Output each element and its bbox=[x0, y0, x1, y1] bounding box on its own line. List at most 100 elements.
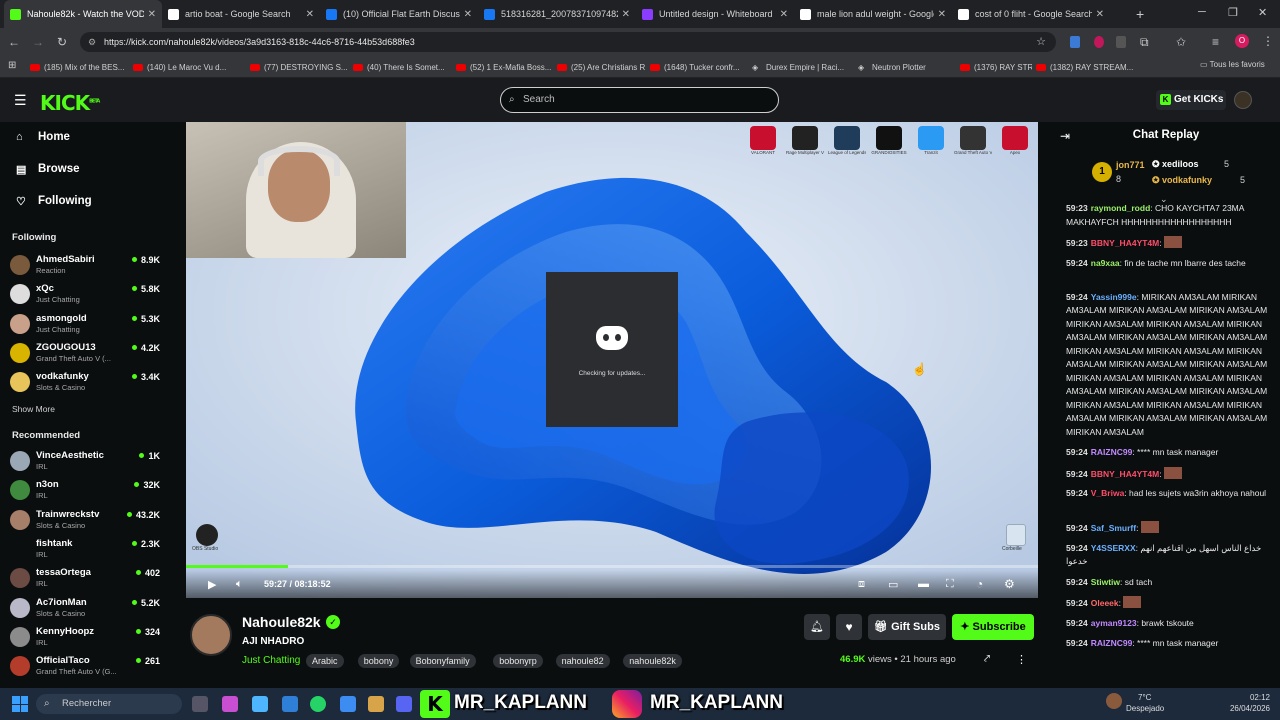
miniplayer-icon[interactable]: ▭ bbox=[888, 578, 898, 591]
bookmark-item[interactable]: (1382) RAY STREAM... bbox=[1036, 60, 1133, 74]
stream-tag[interactable]: bobony bbox=[357, 654, 400, 668]
gifter-xediloos[interactable]: ✪ xediloos bbox=[1152, 159, 1199, 170]
windows-start-icon[interactable] bbox=[12, 696, 28, 712]
chat-message[interactable]: 59:24 Yassin999e: MIRIKAN AM3ALAM MIRIKAN… bbox=[1066, 291, 1272, 440]
sidebar-channel-asmongold[interactable]: asmongold Just Chatting 5.3K bbox=[10, 311, 160, 337]
search-input[interactable]: ⌕ Search bbox=[500, 87, 779, 113]
apps-grid-icon[interactable]: ⊞ bbox=[8, 60, 16, 71]
bookmark-item[interactable]: ◈ Neutron Plotter bbox=[858, 60, 926, 74]
stream-tag[interactable]: bobonyrp bbox=[493, 654, 543, 668]
sidebar-channel-vodkafunky[interactable]: vodkafunky Slots & Casino 3.4K bbox=[10, 369, 160, 395]
follow-heart-button[interactable]: ♥ bbox=[836, 614, 862, 640]
notification-bell-button[interactable]: 🔔︎ bbox=[804, 614, 830, 640]
chat-username[interactable]: na9xaa bbox=[1091, 258, 1120, 268]
sidebar-channel-kennyhoopz[interactable]: KennyHoopz IRL 324 bbox=[10, 624, 160, 650]
chat-username[interactable]: Yassin999e bbox=[1091, 292, 1137, 302]
gift-subs-button[interactable]: 🎁︎ Gift Subs bbox=[868, 614, 946, 640]
play-button[interactable]: ▶ bbox=[208, 578, 216, 591]
stream-category[interactable]: Just Chatting bbox=[242, 655, 300, 666]
browser-tab[interactable]: (10) Official Flat Earth Discussio ✕ bbox=[320, 0, 478, 28]
weather-icon[interactable] bbox=[1106, 693, 1122, 709]
chat-username[interactable]: RAIZNC99 bbox=[1091, 447, 1133, 457]
chat-username[interactable]: Stiwtiw bbox=[1091, 577, 1120, 587]
sidebar-channel-zgougou13[interactable]: ZGOUGOU13 Grand Theft Auto V (... 4.2K bbox=[10, 340, 160, 366]
bookmark-star-icon[interactable]: ☆ bbox=[1036, 32, 1046, 52]
profile-avatar[interactable]: O bbox=[1235, 34, 1249, 48]
outlook-icon[interactable] bbox=[282, 696, 298, 712]
extensions-puzzle-icon[interactable]: ⧉ bbox=[1140, 35, 1149, 50]
sidebar-channel-n3on[interactable]: n3on IRL 32K bbox=[10, 477, 160, 503]
video-progress-bar[interactable] bbox=[186, 565, 1038, 568]
chat-message-list[interactable]: 59:23 raymond_rodd: CHO KAYCHTA7 23MA MAK… bbox=[1052, 202, 1280, 688]
chat-message[interactable]: 59:24 RAIZNC99: **** mn task manager bbox=[1066, 637, 1272, 651]
chat-username[interactable]: Y4SSERXX bbox=[1091, 543, 1136, 553]
stream-tag[interactable]: nahoule82 bbox=[555, 654, 610, 668]
chat-message[interactable]: 59:24 Saf_Smurff: bbox=[1066, 521, 1272, 536]
taskbar-clock[interactable]: 02:12 bbox=[1220, 693, 1270, 702]
new-tab-button[interactable]: + bbox=[1136, 6, 1144, 22]
chat-message[interactable]: 59:24 ayman9123: brawk tskoute bbox=[1066, 617, 1272, 631]
bookmark-item[interactable]: ◈ Durex Empire | Raci... bbox=[752, 60, 844, 74]
browser-tab[interactable]: cost of 0 fliht - Google Search ✕ bbox=[952, 0, 1110, 28]
chat-username[interactable]: Saf_Smurff bbox=[1091, 523, 1136, 533]
show-more-link[interactable]: Show More bbox=[12, 404, 55, 414]
sidebar-channel-ac7ionman[interactable]: Ac7ionMan Slots & Casino 5.2K bbox=[10, 595, 160, 621]
chat-message[interactable]: 59:24 V_Briwa: had les sujets wa3rin akho… bbox=[1066, 487, 1272, 501]
bookmark-item[interactable]: (25) Are Christians R... bbox=[557, 60, 646, 74]
file-explorer-icon[interactable] bbox=[368, 696, 384, 712]
extension-icon[interactable] bbox=[1116, 36, 1126, 48]
forward-button[interactable]: → bbox=[30, 34, 46, 50]
sidebar-channel-xqc[interactable]: xQc Just Chatting 5.8K bbox=[10, 281, 160, 307]
streamer-name[interactable]: Nahoule82k bbox=[242, 614, 321, 630]
stream-tag[interactable]: Arabic bbox=[306, 654, 344, 668]
browser-tab[interactable]: Nahoule82k - Watch the VOD o ✕ bbox=[4, 0, 162, 28]
top-gifter-name[interactable]: jon771 bbox=[1116, 160, 1145, 170]
share-icon[interactable]: ⤤ bbox=[984, 653, 990, 666]
clip-icon[interactable]: ⧈ bbox=[858, 578, 865, 591]
close-tab-icon[interactable]: ✕ bbox=[780, 9, 788, 20]
stream-tag[interactable]: Bobonyfamily bbox=[409, 654, 476, 668]
fullscreen-icon[interactable]: ⛶ bbox=[946, 578, 954, 591]
chat-message[interactable]: 59:24 Stiwtiw: sd tach bbox=[1066, 576, 1272, 590]
whatsapp-icon[interactable] bbox=[310, 696, 326, 712]
close-tab-icon[interactable]: ✕ bbox=[464, 9, 472, 20]
chat-message[interactable]: 59:24 Y4SSERXX: خداع الناس اسهل من اقناعه… bbox=[1066, 542, 1272, 569]
back-button[interactable]: ← bbox=[6, 34, 22, 50]
stream-tag[interactable]: nahoule82k bbox=[623, 654, 682, 668]
get-kicks-button[interactable]: K Get KICKs bbox=[1156, 90, 1226, 110]
sidebar-channel-officialtaco[interactable]: OfficialTaco Grand Theft Auto V (G... 261 bbox=[10, 653, 160, 679]
chat-message[interactable]: 59:24 na9xaa: fin de tache mn lbarre des … bbox=[1066, 257, 1272, 271]
extension-icon[interactable] bbox=[1070, 36, 1080, 48]
bookmark-item[interactable]: (52) 1 Ex-Mafia Boss... bbox=[456, 60, 551, 74]
chat-username[interactable]: ayman9123 bbox=[1091, 618, 1137, 628]
close-window-button[interactable]: ✕ bbox=[1258, 6, 1267, 19]
bookmark-item[interactable]: (77) DESTROYING S... bbox=[250, 60, 348, 74]
bookmark-item[interactable]: (1648) Tucker confr... bbox=[650, 60, 740, 74]
discord-taskbar-icon[interactable] bbox=[396, 696, 412, 712]
chat-username[interactable]: RAIZNC99 bbox=[1091, 638, 1133, 648]
chat-message[interactable]: 59:24 RAIZNC99: **** mn task manager bbox=[1066, 446, 1272, 460]
chat-message[interactable]: 59:23 raymond_rodd: CHO KAYCHTA7 23MA MAK… bbox=[1066, 202, 1272, 229]
chat-username[interactable]: BBNY_HA4YT4M bbox=[1091, 238, 1160, 248]
media-control-icon[interactable]: ≡ bbox=[1212, 35, 1219, 49]
mail-icon[interactable] bbox=[340, 696, 356, 712]
sidebar-nav-following[interactable]: ♡ Following bbox=[16, 192, 92, 210]
edge-icon[interactable] bbox=[252, 696, 268, 712]
taskbar-search-input[interactable]: ⌕ Rechercher bbox=[36, 694, 182, 714]
user-avatar[interactable] bbox=[1234, 91, 1252, 109]
chat-username[interactable]: raymond_rodd bbox=[1091, 203, 1151, 213]
bookmark-item[interactable]: (185) Mix of the BES... bbox=[30, 60, 124, 74]
chat-username[interactable]: BBNY_HA4YT4M bbox=[1091, 469, 1160, 479]
sidebar-channel-vinceaesthetic[interactable]: VinceAesthetic IRL 1K bbox=[10, 448, 160, 474]
chat-message[interactable]: 59:24 BBNY_HA4YT4M: bbox=[1066, 466, 1272, 482]
extension-icon[interactable] bbox=[1094, 36, 1104, 48]
chat-message[interactable]: 59:24 Oleeek: bbox=[1066, 596, 1272, 611]
bookmark-item[interactable]: (140) Le Maroc Vu d... bbox=[133, 60, 226, 74]
close-tab-icon[interactable]: ✕ bbox=[622, 9, 630, 20]
task-view-icon[interactable] bbox=[192, 696, 208, 712]
close-tab-icon[interactable]: ✕ bbox=[938, 9, 946, 20]
all-bookmarks-folder[interactable]: ▭ Tous les favoris bbox=[1200, 60, 1265, 69]
sidebar-channel-ahmedsabiri[interactable]: AhmedSabiri Reaction 8.9K bbox=[10, 252, 160, 278]
bookmark-item[interactable]: (1376) RAY STREAM... bbox=[960, 60, 1032, 74]
maximize-window-button[interactable]: ❐ bbox=[1228, 6, 1238, 19]
